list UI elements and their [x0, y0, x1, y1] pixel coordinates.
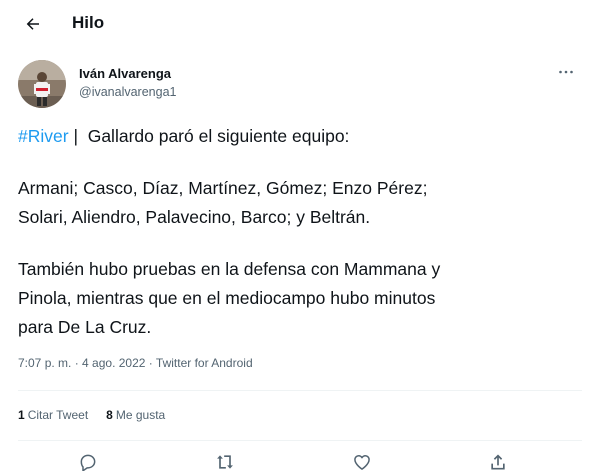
heart-icon [354, 455, 370, 470]
avatar[interactable] [18, 60, 66, 108]
tweet-line: También hubo pruebas en la defensa con M… [18, 259, 441, 279]
tweet-stats: 1 Citar Tweet 8 Me gusta [18, 408, 165, 422]
tweet-line: Solari, Aliendro, Palavecino, Barco; y B… [18, 207, 371, 227]
tweet-source[interactable]: Twitter for Android [156, 356, 253, 370]
meta-separator: · [71, 356, 83, 370]
like-button[interactable] [350, 452, 374, 471]
tweet-line-text: | Gallardo paró el siguiente equipo: [68, 126, 350, 146]
quote-count: 1 [18, 408, 25, 422]
likes-label: Me gusta [115, 408, 166, 422]
author-name[interactable]: Iván Alvarenga [79, 66, 171, 81]
share-icon [491, 454, 505, 470]
reply-button[interactable] [76, 452, 100, 471]
hashtag-link[interactable]: #River [18, 126, 69, 146]
more-options-button[interactable] [552, 62, 580, 82]
retweet-button[interactable] [213, 452, 237, 471]
reply-icon [80, 454, 96, 471]
thread-header: Hilo [0, 0, 600, 48]
divider [18, 390, 582, 391]
tweet-line: Armani; Casco, Díaz, Martínez, Gómez; En… [18, 178, 428, 198]
meta-separator: · [145, 356, 156, 370]
likes-count: 8 [106, 408, 113, 422]
page-title: Hilo [72, 13, 105, 32]
tweet-date[interactable]: 4 ago. 2022 [82, 356, 145, 370]
tweet-meta: 7:07 p. m. · 4 ago. 2022 · Twitter for A… [18, 356, 253, 370]
quote-label: Citar Tweet [27, 408, 89, 422]
more-horizontal-icon [559, 70, 573, 74]
divider [18, 440, 582, 441]
author-handle[interactable]: @ivanalvarenga1 [79, 85, 176, 99]
tweet-text: #River | Gallardo paró el siguiente equi… [18, 122, 578, 342]
tweet-author: Iván Alvarenga @ivanalvarenga1 [18, 60, 588, 110]
tweet-line: Pinola, mientras que en el mediocampo hu… [18, 288, 436, 308]
back-button[interactable] [18, 9, 48, 39]
arrow-left-icon [26, 18, 39, 30]
quote-tweets-stat[interactable]: 1 Citar Tweet [18, 408, 88, 422]
retweet-icon [217, 455, 233, 469]
tweet-actions [0, 448, 600, 471]
tweet-line: #River | Gallardo paró el siguiente equi… [18, 122, 578, 151]
likes-stat[interactable]: 8 Me gusta [106, 408, 165, 422]
share-button[interactable] [486, 452, 510, 471]
tweet-line: para De La Cruz. [18, 317, 152, 337]
tweet-time[interactable]: 7:07 p. m. [18, 356, 71, 370]
